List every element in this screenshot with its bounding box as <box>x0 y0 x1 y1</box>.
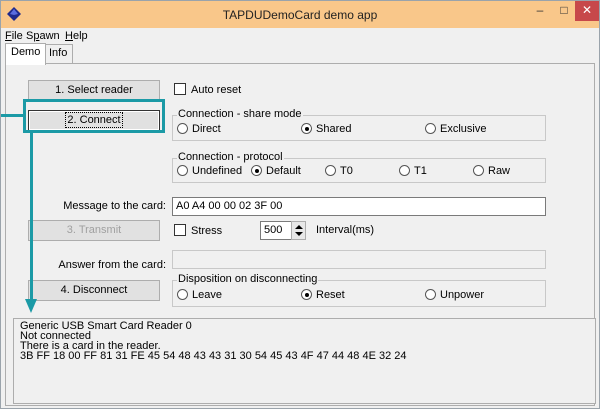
radio-shared[interactable]: Shared <box>301 123 351 137</box>
answer-label: Answer from the card: <box>58 259 166 271</box>
menu-spawn[interactable]: Spawn <box>26 30 60 42</box>
window-title: TAPDUDemoCard demo app <box>222 8 378 22</box>
annotation-line-vertical <box>30 132 33 302</box>
radio-raw[interactable]: Raw <box>473 165 510 179</box>
radio-default[interactable]: Default <box>251 165 301 179</box>
disconnect-button[interactable]: 4. Disconnect <box>28 280 160 301</box>
maximize-button[interactable]: □ <box>553 1 575 21</box>
disposition-title: Disposition on disconnecting <box>177 273 319 285</box>
radio-undefined[interactable]: Undefined <box>177 165 242 179</box>
tab-info[interactable]: Info <box>43 44 74 64</box>
answer-output <box>172 250 546 269</box>
spin-up-icon[interactable] <box>295 225 303 229</box>
log-line: Generic USB Smart Card Reader 0 <box>20 320 192 332</box>
radio-reset[interactable]: Reset <box>301 289 345 303</box>
menu-help[interactable]: Help <box>65 30 88 42</box>
radio-t0[interactable]: T0 <box>325 165 353 179</box>
minimize-button[interactable]: – <box>527 1 553 21</box>
interval-label: Interval(ms) <box>316 224 375 236</box>
auto-reset-box[interactable] <box>174 83 186 95</box>
interval-spinner[interactable] <box>291 221 306 240</box>
menu-file[interactable]: File <box>5 30 23 42</box>
tab-demo[interactable]: Demo <box>5 43 47 65</box>
title-bar[interactable]: TAPDUDemoCard demo app – □ ✕ <box>1 1 599 28</box>
radio-exclusive[interactable]: Exclusive <box>425 123 486 137</box>
select-reader-button[interactable]: 1. Select reader <box>28 80 160 101</box>
stress-box[interactable] <box>174 224 186 236</box>
spin-down-icon[interactable] <box>295 232 303 236</box>
annotation-line-horizontal <box>1 114 23 117</box>
radio-leave[interactable]: Leave <box>177 289 222 303</box>
radio-unpower[interactable]: Unpower <box>425 289 484 303</box>
protocol-title: Connection - protocol <box>177 151 284 163</box>
status-log[interactable]: Generic USB Smart Card Reader 0 Not conn… <box>13 318 596 404</box>
stress-checkbox[interactable]: Stress <box>174 224 222 238</box>
share-mode-title: Connection - share mode <box>177 108 303 120</box>
radio-t1[interactable]: T1 <box>399 165 427 179</box>
auto-reset-label: Auto reset <box>191 84 242 96</box>
disposition-group: Disposition on disconnecting Leave Reset… <box>172 273 546 307</box>
share-mode-group: Connection - share mode Direct Shared Ex… <box>172 108 546 141</box>
protocol-group: Connection - protocol Undefined Default … <box>172 151 546 183</box>
close-button[interactable]: ✕ <box>575 1 599 21</box>
annotation-arrow-icon <box>25 299 37 313</box>
message-label: Message to the card: <box>63 200 166 212</box>
auto-reset-checkbox[interactable]: Auto reset <box>174 83 241 97</box>
stress-label: Stress <box>191 225 223 237</box>
annotation-highlight-box <box>23 99 165 133</box>
radio-direct[interactable]: Direct <box>177 123 221 137</box>
log-line: 3B FF 18 00 FF 81 31 FE 45 54 48 43 43 3… <box>20 350 407 362</box>
app-window: TAPDUDemoCard demo app – □ ✕ File Spawn … <box>0 0 600 409</box>
menu-bar: File Spawn Help <box>1 28 599 46</box>
transmit-button[interactable]: 3. Transmit <box>28 220 160 241</box>
message-input[interactable]: A0 A4 00 00 02 3F 00 <box>172 197 546 216</box>
